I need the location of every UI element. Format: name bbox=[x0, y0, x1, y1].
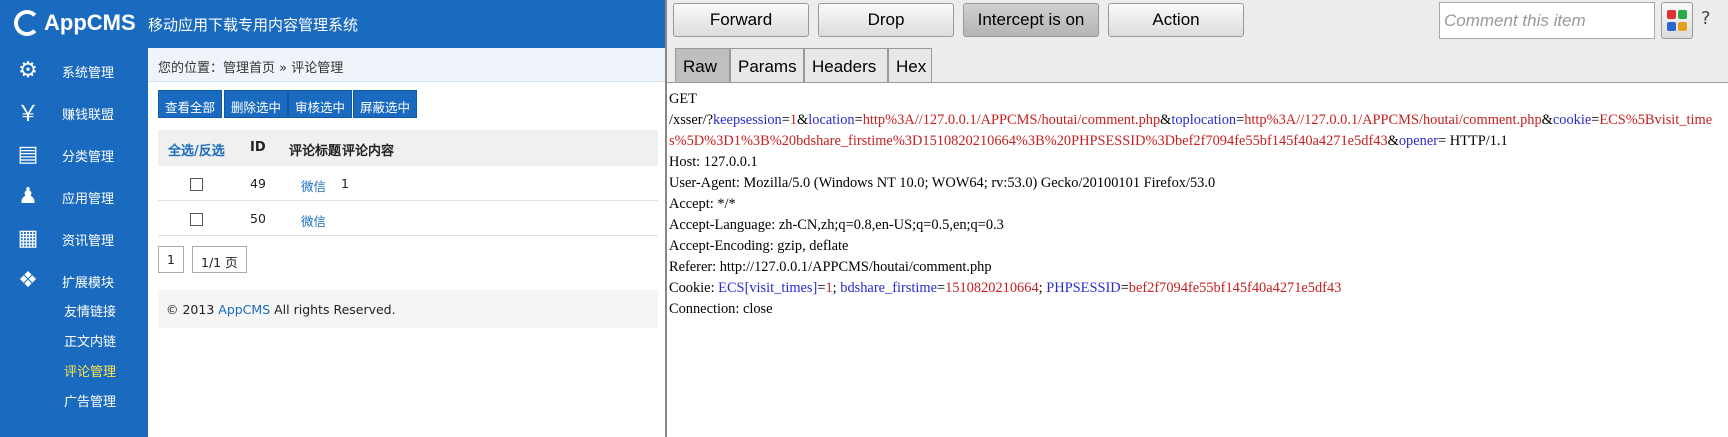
request-path: /xsser/? bbox=[669, 112, 713, 128]
orange-swatch-icon bbox=[1678, 22, 1687, 31]
cookie-name: bdshare_firstime bbox=[840, 280, 937, 296]
request-header: Accept-Encoding: gzip, deflate bbox=[669, 238, 849, 254]
sidebar-item[interactable]: ▤ 分类管理 bbox=[0, 134, 148, 174]
sidebar-item-label: 系统管理 bbox=[62, 66, 115, 81]
table-row: 50 微信 bbox=[158, 201, 658, 236]
footer-rights: All rights Reserved. bbox=[270, 302, 396, 317]
row-id: 50 bbox=[250, 211, 266, 226]
sidebar-item-label: 资讯管理 bbox=[62, 234, 115, 249]
intercept-toggle-button[interactable]: Intercept is on bbox=[963, 3, 1099, 37]
request-protocol: HTTP/1.1 bbox=[1446, 133, 1508, 149]
param-name: cookie bbox=[1552, 112, 1592, 128]
param-name: keepsession bbox=[712, 112, 782, 128]
footer: © 2013 AppCMS All rights Reserved. bbox=[158, 290, 658, 328]
row-content: 1 bbox=[341, 176, 349, 191]
blue-swatch-icon bbox=[1667, 22, 1676, 31]
sidebar-item[interactable]: ❖ 扩展模块 bbox=[0, 260, 148, 300]
submenu-item[interactable]: 广告管理 bbox=[64, 391, 116, 410]
request-header: Accept-Language: zh-CN,zh;q=0.8,en-US;q=… bbox=[669, 217, 1004, 233]
request-method: GET bbox=[669, 91, 697, 107]
sidebar-item-label: 分类管理 bbox=[62, 150, 115, 165]
highlight-color-button[interactable] bbox=[1661, 2, 1693, 39]
cookie-value: bef2f7094fe55bf145f40a4271e5df43 bbox=[1128, 280, 1342, 296]
request-header: User-Agent: Mozilla/5.0 (Windows NT 10.0… bbox=[669, 175, 1216, 191]
block-selected-button[interactable]: 屏蔽选中 bbox=[353, 90, 418, 118]
view-all-button[interactable]: 查看全部 bbox=[158, 90, 223, 118]
tab-params[interactable]: Params bbox=[730, 48, 804, 82]
category-icon: ▤ bbox=[17, 141, 39, 167]
main-content: 您的位置：管理首页 » 评论管理 查看全部 删除选中 审核选中 屏蔽选中 全选/… bbox=[148, 48, 665, 437]
param-name: toplocation bbox=[1171, 112, 1237, 128]
submenu-item[interactable]: 评论管理 bbox=[64, 361, 116, 380]
cookie-label: Cookie: bbox=[669, 280, 719, 296]
breadcrumb: 您的位置：管理首页 » 评论管理 bbox=[148, 48, 665, 82]
sidebar-item[interactable]: ♟ 应用管理 bbox=[0, 176, 148, 216]
green-swatch-icon bbox=[1678, 10, 1687, 19]
burp-intercept-panel: Forward Drop Intercept is on Action Comm… bbox=[665, 0, 1728, 437]
col-content: 评论内容 bbox=[342, 144, 395, 159]
row-checkbox[interactable] bbox=[190, 178, 203, 191]
table-row: 49 微信 1 bbox=[158, 166, 658, 201]
approve-selected-button[interactable]: 审核选中 bbox=[288, 90, 353, 118]
cookie-name: ECS[visit_times] bbox=[718, 280, 818, 296]
param-value: http%3A//127.0.0.1/APPCMS/houtai/comment… bbox=[1244, 112, 1542, 128]
row-title-link[interactable]: 微信 bbox=[301, 176, 326, 195]
page-total: 1/1 页 bbox=[192, 246, 247, 273]
dropbox-icon: ❖ bbox=[18, 267, 38, 293]
row-id: 49 bbox=[250, 176, 266, 191]
money-icon: ￥ bbox=[16, 102, 39, 127]
select-toggle-link[interactable]: 全选/反选 bbox=[168, 140, 225, 159]
site-subtitle: 移动应用下载专用内容管理系统 bbox=[148, 16, 359, 34]
sidebar-item-label: 扩展模块 bbox=[62, 276, 115, 291]
sidebar-item-label: 应用管理 bbox=[62, 192, 115, 207]
submenu-item[interactable]: 友情链接 bbox=[64, 301, 116, 320]
col-title: 评论标题 bbox=[289, 144, 342, 159]
request-header: Referer: http://127.0.0.1/APPCMS/houtai/… bbox=[669, 259, 992, 275]
gear-icon: ⚙ bbox=[18, 57, 38, 83]
cookie-value: 1510820210664 bbox=[945, 280, 1039, 296]
comment-input[interactable]: Comment this item bbox=[1439, 2, 1655, 39]
table-header: 全选/反选 ID 评论标题 评论内容 bbox=[158, 130, 658, 166]
delete-selected-button[interactable]: 删除选中 bbox=[224, 90, 289, 118]
sidebar-item-label: 赚钱联盟 bbox=[62, 108, 115, 123]
cookie-name: PHPSESSID bbox=[1046, 280, 1121, 296]
footer-copyright: © 2013 bbox=[166, 302, 219, 317]
help-icon[interactable]: ? bbox=[1701, 8, 1711, 29]
row-title-link[interactable]: 微信 bbox=[301, 211, 326, 230]
raw-request-editor[interactable]: GET /xsser/?keepsession=1&location=http%… bbox=[667, 82, 1728, 437]
tab-raw[interactable]: Raw bbox=[675, 48, 730, 82]
news-icon: ▦ bbox=[17, 225, 39, 251]
action-button[interactable]: Action bbox=[1108, 3, 1244, 37]
sidebar-item[interactable]: ￥ 赚钱联盟 bbox=[0, 92, 148, 132]
cms-header: AppCMS 移动应用下载专用内容管理系统 bbox=[0, 0, 665, 48]
footer-appcms-link[interactable]: AppCMS bbox=[218, 302, 270, 317]
submenu-item[interactable]: 正文内链 bbox=[64, 331, 116, 350]
connection-header: Connection: close bbox=[669, 301, 773, 317]
red-swatch-icon bbox=[1667, 10, 1676, 19]
col-id: ID bbox=[250, 140, 266, 155]
sidebar: ⚙ 系统管理 ￥ 赚钱联盟 ▤ 分类管理 ♟ 应用管理 ▦ 资讯管理 ❖ 扩展模块友情链接正文内链评论… bbox=[0, 48, 148, 437]
request-header: Accept: */* bbox=[669, 196, 736, 212]
sidebar-item[interactable]: ⚙ 系统管理 bbox=[0, 50, 148, 90]
cookie-value: 1 bbox=[825, 280, 833, 296]
request-header: Host: 127.0.0.1 bbox=[669, 154, 758, 170]
param-name: location bbox=[808, 112, 855, 128]
appcms-logo[interactable]: AppCMS bbox=[14, 8, 136, 38]
param-value: 1 bbox=[789, 112, 798, 128]
drop-button[interactable]: Drop bbox=[818, 3, 954, 37]
screen: AppCMS 移动应用下载专用内容管理系统 ⚙ 系统管理 ￥ 赚钱联盟 ▤ 分类管理 ♟ 应用… bbox=[0, 0, 1728, 437]
sidebar-item[interactable]: ▦ 资讯管理 bbox=[0, 218, 148, 258]
page-number-button[interactable]: 1 bbox=[158, 246, 184, 273]
param-name: opener bbox=[1398, 133, 1439, 149]
param-value: http%3A//127.0.0.1/APPCMS/houtai/comment… bbox=[862, 112, 1161, 128]
row-checkbox[interactable] bbox=[190, 213, 203, 226]
android-icon: ♟ bbox=[18, 183, 38, 209]
forward-button[interactable]: Forward bbox=[673, 3, 809, 37]
tab-headers[interactable]: Headers bbox=[804, 48, 888, 82]
tab-hex[interactable]: Hex bbox=[888, 48, 932, 82]
